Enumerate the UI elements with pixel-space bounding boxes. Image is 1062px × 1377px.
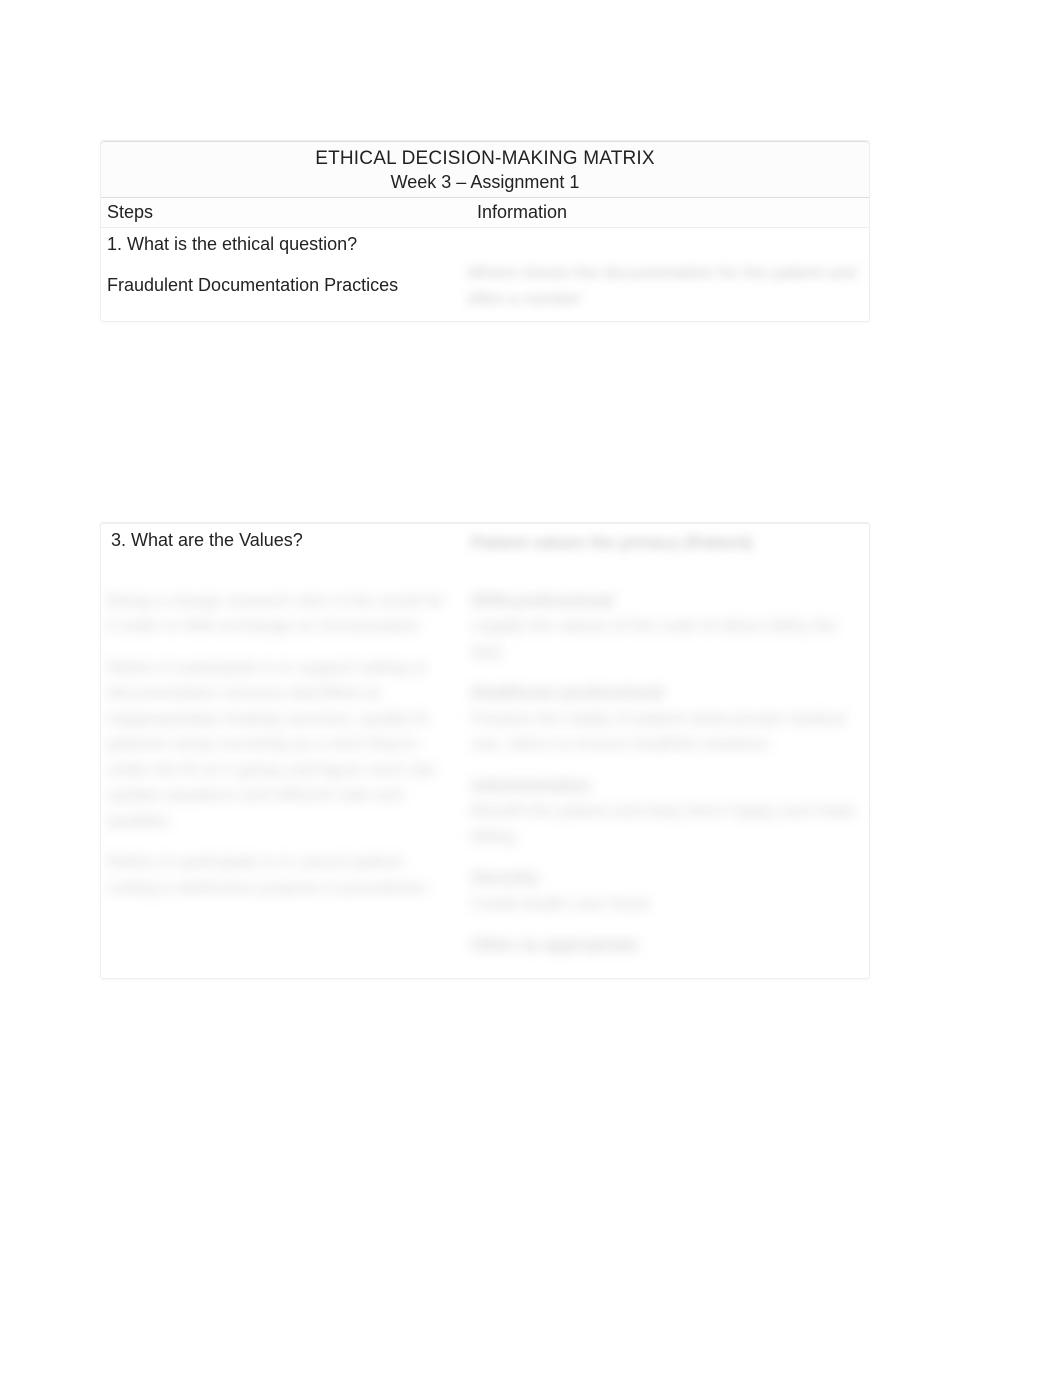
- q3-right-label-5: Other as appropriate: [471, 932, 859, 958]
- column-header-steps: Steps: [101, 198, 461, 227]
- q3-left-blur-2: Refers in participate is in support sell…: [107, 655, 451, 834]
- q3-right-body: HFM professional Legally the values of t…: [461, 562, 869, 978]
- q3-right-item-1: HFM professional Legally the values of t…: [471, 588, 859, 665]
- q1-right-cell: Where shows the documentation for the pa…: [461, 228, 869, 321]
- page-subtitle: Week 3 – Assignment 1: [111, 172, 859, 193]
- q3-right-item-2: Healthcare professional Practice the rea…: [471, 680, 859, 757]
- row-q3-header: 3. What are the Values? Patient values t…: [101, 523, 869, 562]
- q1-right-blur: Where shows the documentation for the pa…: [467, 260, 863, 311]
- q3-question: 3. What are the Values?: [111, 530, 451, 551]
- q3-right-header: Patient values the privacy (Patient): [461, 524, 869, 562]
- row-q1: 1. What is the ethical question? Fraudul…: [101, 228, 869, 321]
- column-header-information: Information: [461, 198, 869, 227]
- row-q3-body: Being a charge research who is the resul…: [101, 562, 869, 978]
- q3-left-header: 3. What are the Values?: [101, 524, 461, 562]
- q3-right-body-3: Benefit the patient and keep them happy …: [471, 798, 859, 849]
- q3-right-body-2: Practice the reality of patient what pri…: [471, 706, 859, 757]
- column-header-row: Steps Information: [101, 198, 869, 228]
- q3-right-body-1: Legally the values of the code of ethics…: [471, 613, 859, 664]
- document-page: ETHICAL DECISION-MAKING MATRIX Week 3 – …: [100, 140, 870, 979]
- q3-card: 3. What are the Values? Patient values t…: [100, 522, 870, 979]
- q3-left-body: Being a charge research who is the resul…: [101, 562, 461, 978]
- title-block: ETHICAL DECISION-MAKING MATRIX Week 3 – …: [101, 141, 869, 198]
- q1-left-detail: Fraudulent Documentation Practices: [107, 275, 455, 296]
- q3-right-top-blur: Patient values the privacy (Patient): [471, 530, 859, 556]
- q3-right-label-1: HFM professional: [471, 588, 859, 614]
- q3-right-label-4: Security: [471, 865, 859, 891]
- page-title: ETHICAL DECISION-MAKING MATRIX: [111, 148, 859, 170]
- q3-right-item-4: Security Credit health care fraud: [471, 865, 859, 916]
- q3-right-item-3: Administration Benefit the patient and k…: [471, 773, 859, 850]
- q3-left-blur-1: Being a charge research who is the resul…: [107, 588, 451, 639]
- q3-left-blur-3: Refers in participate is in cancel patie…: [107, 849, 451, 900]
- q3-right-label-3: Administration: [471, 773, 859, 799]
- matrix-table-top: ETHICAL DECISION-MAKING MATRIX Week 3 – …: [100, 140, 870, 322]
- q1-left-cell: 1. What is the ethical question? Fraudul…: [101, 228, 461, 321]
- matrix-table-q3: 3. What are the Values? Patient values t…: [100, 522, 870, 979]
- q3-right-item-5: Other as appropriate: [471, 932, 859, 958]
- q3-right-label-2: Healthcare professional: [471, 680, 859, 706]
- q1-question: 1. What is the ethical question?: [107, 232, 455, 255]
- q3-right-body-4: Credit health care fraud: [471, 891, 859, 917]
